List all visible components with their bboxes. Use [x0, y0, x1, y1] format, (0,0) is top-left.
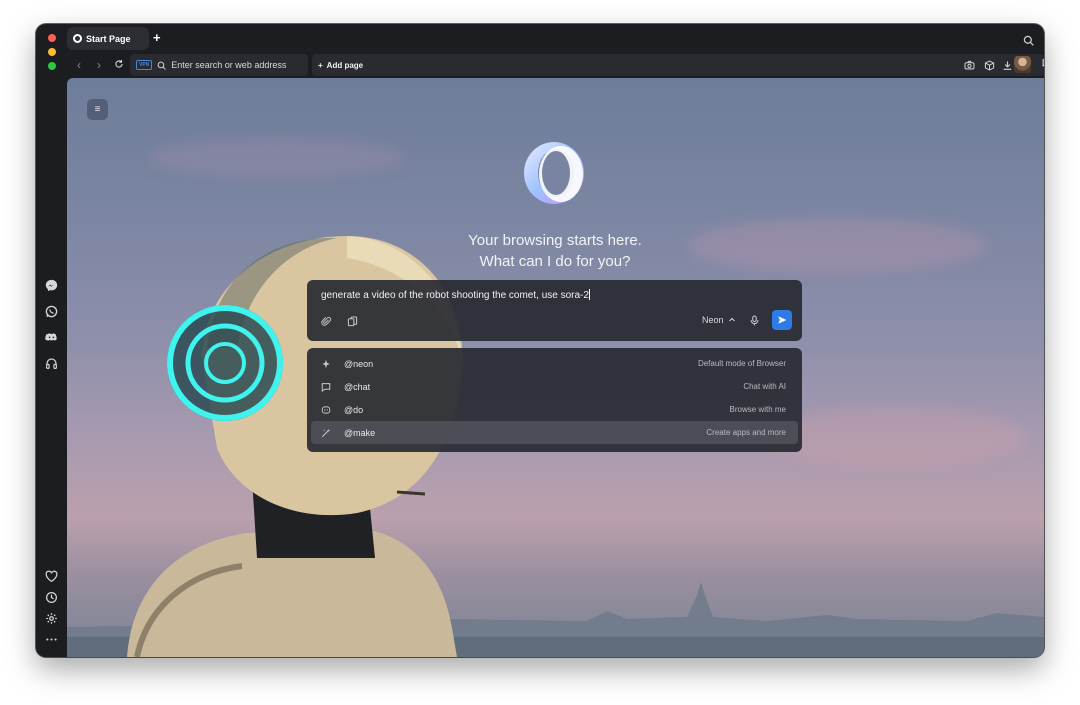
- reload-icon[interactable]: [112, 58, 126, 72]
- mode-selector[interactable]: Neon: [702, 315, 736, 325]
- tab-search-icon[interactable]: [1023, 33, 1034, 51]
- headline: Your browsing starts here. What can I do…: [367, 230, 743, 272]
- command-description: Create apps and more: [706, 428, 786, 437]
- command-item-chat[interactable]: @chat Chat with AI: [311, 375, 798, 398]
- microphone-icon[interactable]: [747, 313, 761, 327]
- heart-icon[interactable]: [44, 569, 59, 584]
- settings-icon[interactable]: [44, 611, 59, 626]
- address-bar-row: ‹ › VPN Enter search or web address + Ad…: [67, 53, 1044, 78]
- command-item-do[interactable]: @do Browse with me: [311, 398, 798, 421]
- command-description: Chat with AI: [743, 382, 786, 391]
- text-caret: [588, 289, 590, 300]
- agent-icon: [319, 403, 333, 417]
- magic-wand-icon: [319, 426, 333, 440]
- new-tab-button[interactable]: +: [153, 30, 161, 46]
- sidebar: [36, 24, 67, 657]
- prompt-text: generate a video of the robot shooting t…: [321, 290, 589, 301]
- history-icon[interactable]: [44, 590, 59, 605]
- browser-window: Start Page + ‹ › VPN Enter search or web…: [36, 24, 1044, 657]
- vpn-badge[interactable]: VPN: [136, 60, 153, 70]
- camera-icon[interactable]: [962, 58, 976, 72]
- command-item-neon[interactable]: @neon Default mode of Browser: [311, 352, 798, 375]
- prompt-box[interactable]: generate a video of the robot shooting t…: [307, 280, 802, 341]
- search-icon: [157, 61, 167, 70]
- close-window-button[interactable]: [48, 34, 56, 42]
- add-page-button[interactable]: + Add page: [312, 54, 1044, 76]
- back-icon[interactable]: ‹: [72, 58, 86, 72]
- send-button[interactable]: [772, 310, 792, 330]
- extensions-cube-icon[interactable]: [982, 58, 996, 72]
- discord-icon[interactable]: [44, 330, 59, 345]
- command-item-make[interactable]: @make Create apps and more: [311, 421, 798, 444]
- background-cloud: [147, 138, 407, 178]
- command-label: @neon: [344, 358, 374, 369]
- send-icon: [778, 316, 787, 324]
- chevron-up-icon: [728, 317, 735, 322]
- download-icon[interactable]: [1000, 58, 1014, 72]
- prompt-input[interactable]: generate a video of the robot shooting t…: [321, 289, 590, 301]
- whatsapp-icon[interactable]: [44, 304, 59, 319]
- command-dropdown: @neon Default mode of Browser @chat Chat…: [307, 348, 802, 452]
- tab-start-page[interactable]: Start Page: [67, 27, 149, 50]
- command-description: Browse with me: [729, 405, 786, 414]
- maximize-window-button[interactable]: [48, 62, 56, 70]
- headline-line1: Your browsing starts here.: [468, 232, 642, 249]
- opera-icon: [73, 34, 82, 43]
- sparkle-icon: [319, 357, 333, 371]
- command-label: @do: [344, 404, 364, 415]
- tabs-context-icon[interactable]: [345, 314, 359, 328]
- avatar[interactable]: [1014, 56, 1031, 73]
- command-label: @make: [344, 427, 376, 438]
- menu-icon[interactable]: ≡: [87, 99, 108, 120]
- forward-icon[interactable]: ›: [92, 58, 106, 72]
- messenger-icon[interactable]: [44, 278, 59, 293]
- tab-bar: Start Page +: [67, 24, 1044, 53]
- more-icon[interactable]: [44, 632, 59, 647]
- background-cloud: [767, 408, 1027, 468]
- mode-label: Neon: [702, 315, 724, 325]
- plus-icon: +: [318, 60, 323, 70]
- opera-neon-logo: [524, 142, 584, 204]
- chat-bubble-icon: [1042, 59, 1044, 67]
- address-field[interactable]: VPN Enter search or web address: [130, 54, 308, 76]
- chat-icon: [319, 380, 333, 394]
- ai-button[interactable]: AI: [1042, 58, 1044, 67]
- add-page-label: Add page: [326, 60, 364, 70]
- tab-label: Start Page: [86, 33, 131, 44]
- headline-line2: What can I do for you?: [479, 253, 631, 270]
- command-description: Default mode of Browser: [697, 359, 786, 368]
- headphones-icon[interactable]: [44, 356, 59, 371]
- attach-icon[interactable]: [319, 314, 333, 328]
- start-page-content: ≡ Your browsing starts here. What can I …: [67, 78, 1044, 657]
- command-label: @chat: [344, 381, 371, 392]
- minimize-window-button[interactable]: [48, 48, 56, 56]
- address-placeholder: Enter search or web address: [171, 60, 287, 70]
